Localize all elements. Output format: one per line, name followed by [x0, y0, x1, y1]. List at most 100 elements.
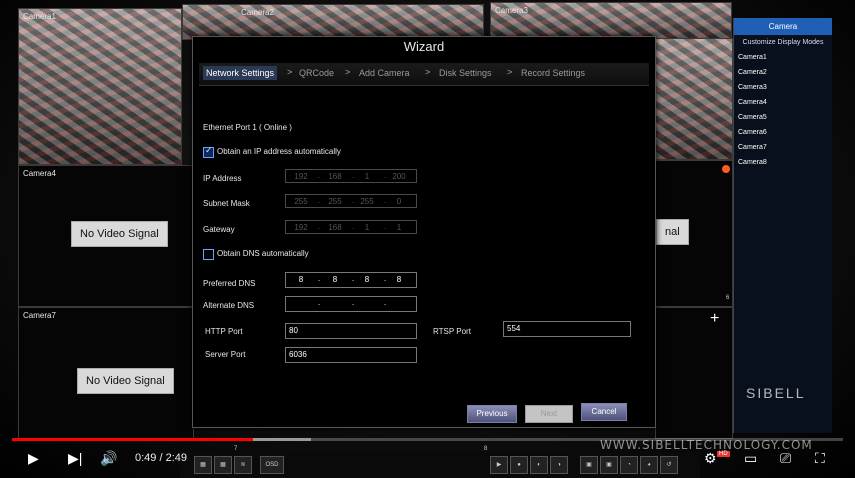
gateway-octet: 1	[396, 223, 402, 232]
cast-icon[interactable]: ⎚	[780, 450, 791, 467]
camera-label: Camera1	[23, 12, 56, 21]
subnet-mask-input[interactable]: 255 . 255 . 255 . 0	[285, 194, 417, 208]
dns-octet: 8	[364, 275, 370, 284]
alternate-dns-input[interactable]: . . .	[285, 296, 417, 312]
http-port-label: HTTP Port	[205, 327, 243, 336]
camera-cell-right-mid[interactable]: nal 6	[655, 160, 733, 307]
next-button[interactable]: Next	[525, 405, 573, 423]
camera-list-item[interactable]: Camera3	[734, 80, 832, 95]
obtain-dns-checkbox[interactable]	[203, 249, 214, 260]
camera-list-item[interactable]: Camera5	[734, 110, 832, 125]
cancel-button[interactable]: Cancel	[581, 403, 627, 421]
toolbar-icon[interactable]: ▣	[580, 456, 598, 474]
step-arrow-icon: >	[507, 67, 513, 77]
buffered-bar	[252, 438, 312, 441]
add-icon[interactable]: +	[710, 310, 719, 328]
camera-list-item[interactable]: Camera7	[734, 140, 832, 155]
camera-cell-right-bottom[interactable]	[655, 307, 733, 439]
rtsp-port-label: RTSP Port	[433, 327, 471, 336]
camera-feed	[656, 39, 732, 159]
server-port-value: 6036	[289, 350, 307, 359]
step-qrcode[interactable]: QRCode	[299, 68, 334, 78]
octet-separator: .	[352, 298, 355, 307]
ip-octet: 168	[328, 172, 342, 181]
video-progress-bar[interactable]	[12, 438, 843, 441]
http-port-input[interactable]: 80	[285, 323, 417, 339]
ip-octet: 1	[364, 172, 370, 181]
camera-list-item[interactable]: Camera8	[734, 155, 832, 170]
camera-label: Camera3	[495, 6, 528, 15]
ethernet-port-label: Ethernet Port 1 ( Online )	[203, 123, 292, 132]
ip-address-input[interactable]: 192 . 168 . 1 . 200	[285, 169, 417, 183]
step-arrow-icon: >	[425, 67, 431, 77]
toolbar-icon[interactable]: ▦	[214, 456, 232, 474]
rtsp-port-input[interactable]: 554	[503, 321, 631, 337]
volume-icon[interactable]: 🔊	[100, 450, 117, 467]
camera-list-item[interactable]: Camera2	[734, 65, 832, 80]
gateway-octet: 192	[294, 223, 308, 232]
camera-list-panel: Camera Customize Display Modes Camera1 C…	[733, 18, 832, 433]
settings-gear-icon[interactable]: ⚙	[704, 450, 717, 467]
toolbar-icon[interactable]: ◔	[620, 456, 638, 474]
camera-list-item[interactable]: Camera4	[734, 95, 832, 110]
server-port-label: Server Port	[205, 350, 246, 359]
time-separator: /	[156, 452, 166, 464]
step-add-camera[interactable]: Add Camera	[359, 68, 410, 78]
camera-list-item[interactable]: Camera6	[734, 125, 832, 140]
toolbar-icon[interactable]: ▦	[194, 456, 212, 474]
toolbar-icon[interactable]: ↺	[660, 456, 678, 474]
obtain-ip-checkbox[interactable]: ✓	[203, 145, 214, 158]
fullscreen-icon[interactable]: ⛶	[815, 450, 825, 467]
camera-cell-right-top[interactable]	[655, 38, 733, 160]
camera-cell-7[interactable]: Camera7 No Video Signal	[18, 307, 194, 439]
sibell-logo: SIBELL	[746, 385, 806, 401]
toolbar-icon[interactable]: ▶	[490, 456, 508, 474]
subnet-octet: 255	[360, 197, 374, 206]
toolbar-icon[interactable]: ◐	[530, 456, 548, 474]
theater-mode-icon[interactable]: ▭	[744, 450, 757, 467]
step-record-settings[interactable]: Record Settings	[521, 68, 585, 78]
no-video-signal: No Video Signal	[71, 221, 168, 247]
cell-number: 6	[726, 295, 730, 301]
toolbar-icon[interactable]: ●	[510, 456, 528, 474]
played-bar	[12, 438, 253, 441]
ip-address-label: IP Address	[203, 174, 242, 183]
octet-separator: .	[384, 298, 387, 307]
step-network-settings[interactable]: Network Settings	[203, 66, 278, 80]
previous-button[interactable]: Previous	[467, 405, 517, 423]
subnet-octet: 255	[328, 197, 342, 206]
ip-octet: 192	[294, 172, 308, 181]
step-disk-settings[interactable]: Disk Settings	[439, 68, 492, 78]
dns-octet: 8	[332, 275, 338, 284]
osd-button[interactable]: OSD	[260, 456, 284, 474]
toolbar-icon[interactable]: ≋	[234, 456, 252, 474]
server-port-input[interactable]: 6036	[285, 347, 417, 363]
next-video-icon[interactable]: ▶|	[68, 450, 82, 467]
camera-cell-1[interactable]: Camera1	[18, 8, 182, 165]
wizard-dialog: Wizard Network Settings > QRCode > Add C…	[192, 36, 656, 428]
time-display: 0:49 / 2:49	[135, 452, 187, 464]
toolbar-icon[interactable]: ◕	[640, 456, 658, 474]
subnet-octet: 255	[294, 197, 308, 206]
camera-feed	[19, 9, 181, 164]
camera-cell-4[interactable]: Camera4 No Video Signal	[18, 165, 194, 307]
camera-cell-3[interactable]: Camera3	[490, 2, 732, 40]
play-icon[interactable]: ▶	[28, 450, 39, 467]
dns-octet: 8	[396, 275, 402, 284]
dns-octet: 8	[298, 275, 304, 284]
customize-display-modes[interactable]: Customize Display Modes	[734, 35, 832, 50]
toolbar-icon[interactable]: ◑	[550, 456, 568, 474]
camera-cell-2[interactable]: Camera2	[182, 4, 484, 40]
check-icon: ✓	[205, 145, 213, 155]
gateway-input[interactable]: 192 . 168 . 1 . 1	[285, 220, 417, 234]
nvr-toolbar: ▦ ▦ ≋ OSD ▶ ● ◐ ◑ ▣ ▣ ◔ ◕ ↺	[180, 452, 700, 478]
recording-indicator	[722, 165, 730, 173]
alternate-dns-label: Alternate DNS	[203, 301, 255, 310]
toolbar-icon[interactable]: ▣	[600, 456, 618, 474]
preferred-dns-input[interactable]: 8 . 8 . 8 . 8	[285, 272, 417, 288]
camera-label: Camera2	[241, 8, 274, 17]
camera-list-header[interactable]: Camera	[734, 18, 832, 35]
camera-list-item[interactable]: Camera1	[734, 50, 832, 65]
octet-separator: .	[318, 298, 321, 307]
wizard-title: Wizard	[403, 39, 445, 54]
